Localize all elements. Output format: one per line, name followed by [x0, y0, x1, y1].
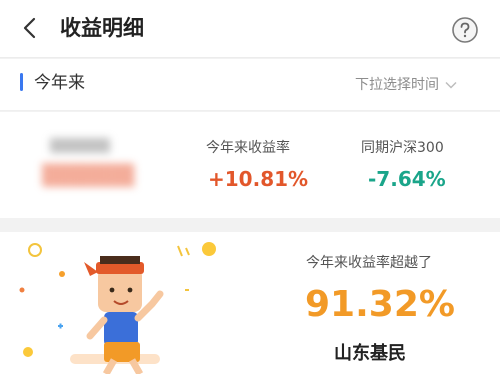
period-label: 今年来 [34, 73, 85, 93]
page-title: 收益明细 [60, 16, 144, 40]
ranking-group: 山东基民 [334, 343, 406, 364]
return-rate-value: +10.81% [208, 167, 309, 191]
section-marker [20, 73, 23, 91]
time-picker-label: 下拉选择时间 [355, 77, 439, 93]
benchmark-label: 同期沪深300 [361, 140, 444, 156]
ranking-label: 今年来收益率超越了 [306, 255, 432, 271]
time-picker[interactable]: 下拉选择时间 [355, 74, 457, 96]
chevron-down-icon [445, 81, 457, 89]
blurred-amount: ▒▒▒▒▒▒ ▒▒▒▒▒▒ [42, 139, 135, 187]
help-button[interactable] [451, 16, 479, 44]
question-circle-icon [452, 17, 478, 43]
back-button[interactable] [14, 12, 46, 44]
ranking-percent: 91.32% [305, 284, 455, 325]
return-rate-label: 今年来收益率 [206, 140, 290, 156]
benchmark-value: -7.64% [368, 167, 446, 191]
chevron-left-icon [23, 17, 36, 39]
runner-illustration [19, 242, 216, 374]
